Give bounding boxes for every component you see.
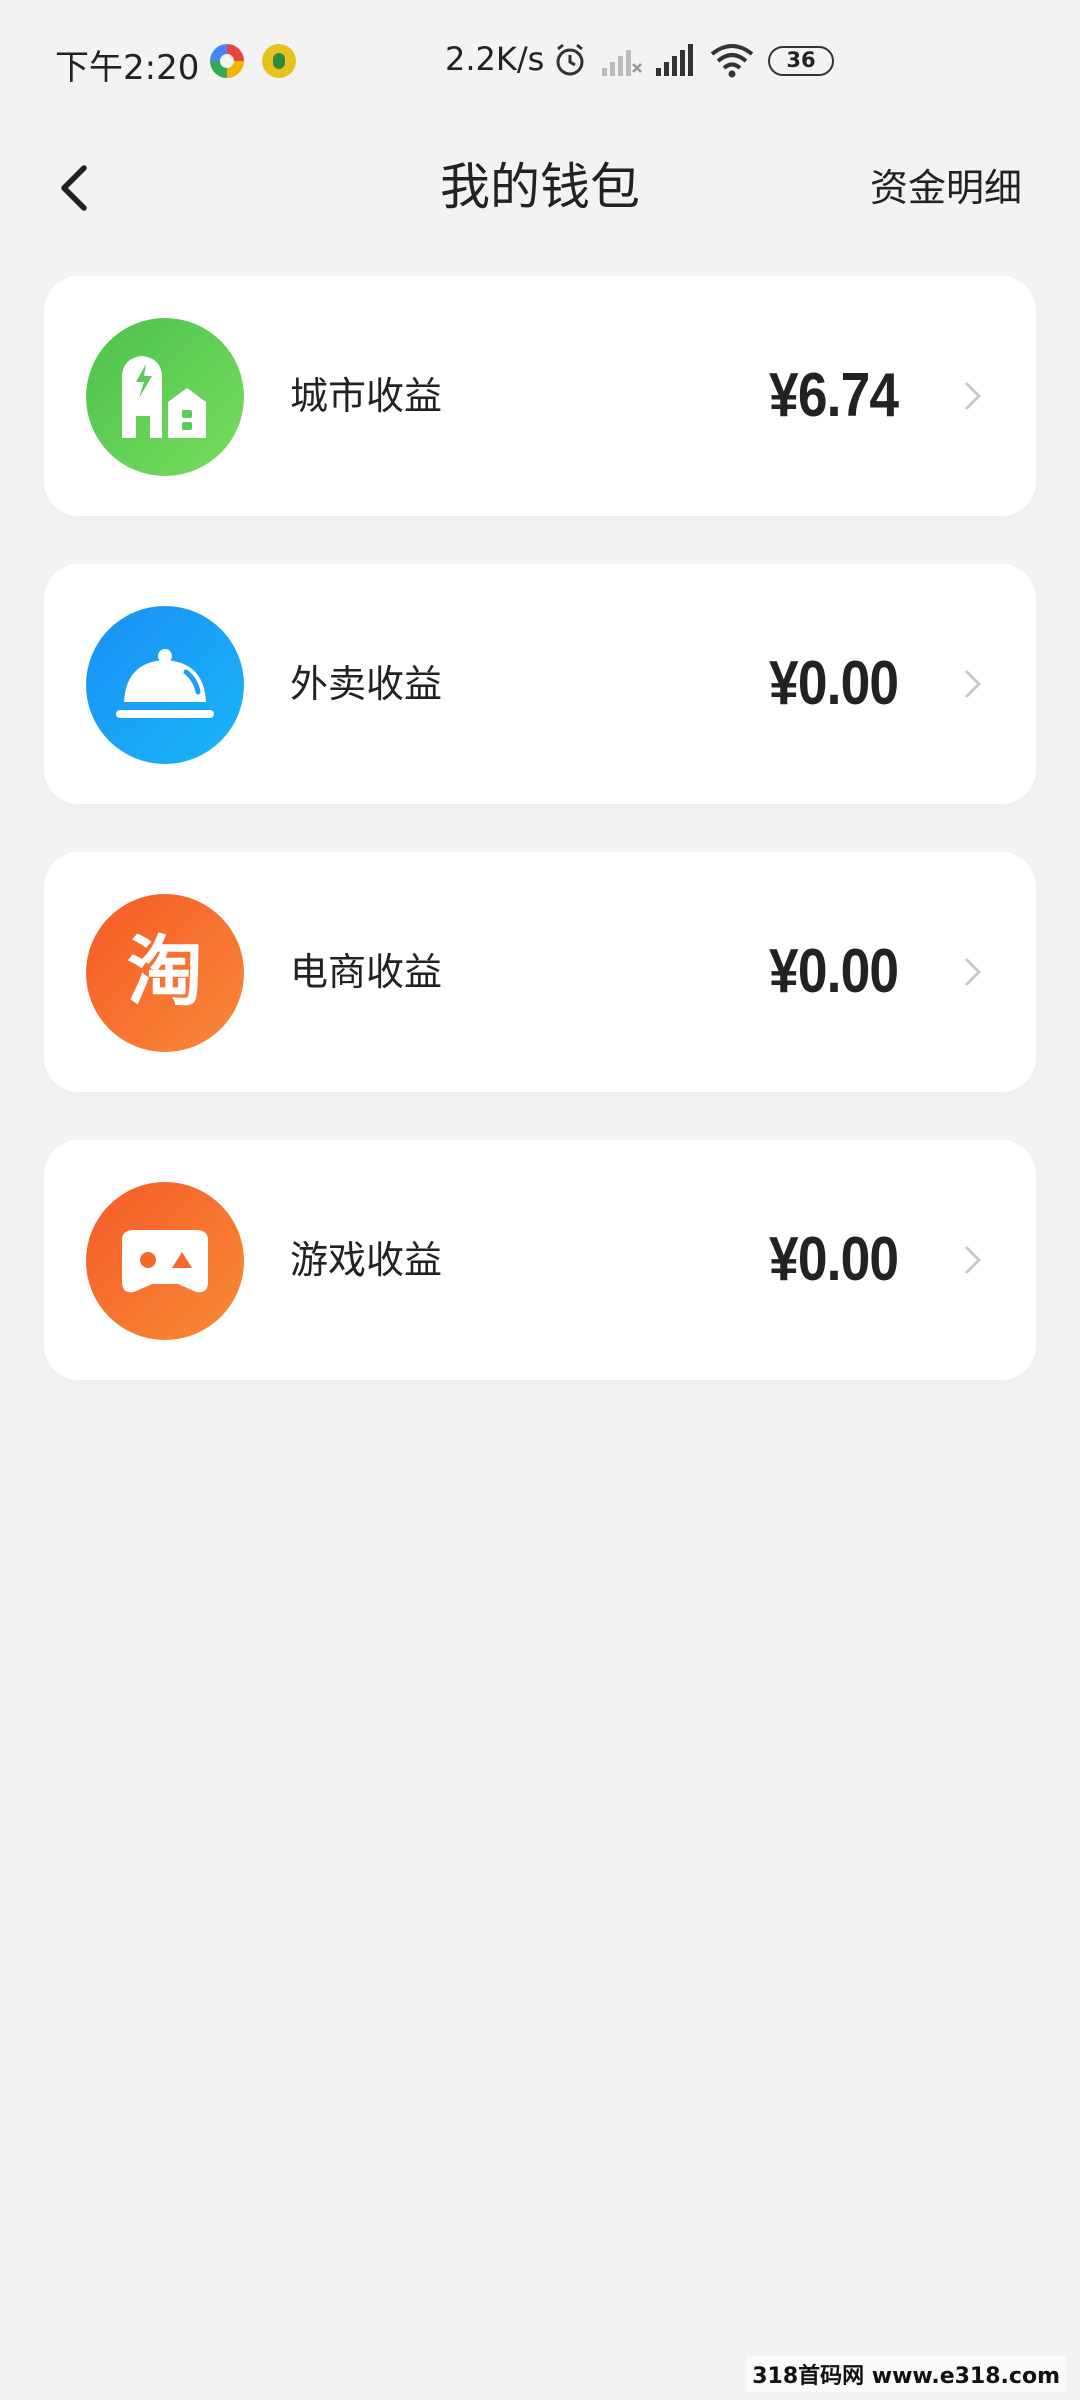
wifi-icon (710, 44, 754, 78)
status-bar: 下午2:20 2.2K/s 36 (0, 0, 1080, 130)
city-building-icon (86, 318, 244, 476)
header: 我的钱包 资金明细 (0, 130, 1080, 250)
wallet-item-amount: ¥6.74 (768, 361, 899, 430)
wallet-item-food-delivery[interactable]: 外卖收益 ¥0.00 (44, 564, 1036, 804)
wallet-item-label: 城市收益 (290, 374, 443, 418)
fund-details-link[interactable]: 资金明细 (870, 160, 1022, 216)
status-time: 下午2:20 (55, 48, 200, 88)
chevron-right-icon (965, 382, 981, 410)
wallet-item-games[interactable]: 游戏收益 ¥0.00 (44, 1140, 1036, 1380)
watermark: 318首码网 www.e318.com (746, 2356, 1066, 2392)
chevron-right-icon (965, 670, 981, 698)
taobao-icon: 淘 (86, 894, 244, 1052)
wallet-item-label: 电商收益 (290, 950, 443, 994)
wallet-item-amount: ¥0.00 (768, 1225, 899, 1294)
food-cloche-icon (86, 606, 244, 764)
wallet-item-city[interactable]: 城市收益 ¥6.74 (44, 276, 1036, 516)
chevron-right-icon (965, 1246, 981, 1274)
chevron-right-icon (965, 958, 981, 986)
app-notification-icon (210, 44, 244, 78)
battery-indicator: 36 (768, 46, 834, 76)
network-speed: 2.2K/s (445, 40, 545, 78)
app-notification-icon (262, 44, 296, 78)
wallet-item-amount: ¥0.00 (768, 937, 899, 1006)
svg-text:淘: 淘 (127, 927, 203, 1016)
wallet-item-label: 游戏收益 (290, 1238, 443, 1282)
wallet-item-amount: ¥0.00 (768, 649, 899, 718)
wallet-item-label: 外卖收益 (290, 662, 443, 706)
alarm-clock-icon (556, 43, 584, 76)
wallet-item-ecommerce[interactable]: 淘 电商收益 ¥0.00 (44, 852, 1036, 1092)
game-mask-icon (86, 1182, 244, 1340)
signal-strength-icon (656, 44, 693, 76)
signal-no-sim-icon (602, 50, 642, 76)
